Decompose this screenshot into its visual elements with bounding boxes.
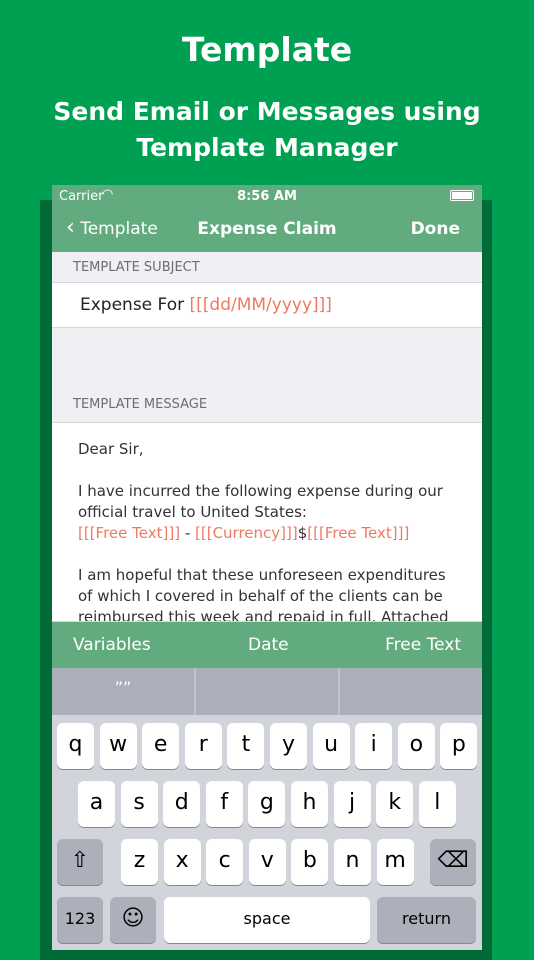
key-f[interactable]: f xyxy=(205,781,243,827)
status-bar: Carrier ◠ 8:56 AM xyxy=(52,185,482,207)
key-z[interactable]: z xyxy=(121,839,158,885)
message-paragraph-2: I am hopeful that these unforeseen expen… xyxy=(78,566,449,622)
key-w[interactable]: w xyxy=(99,723,137,769)
key-v[interactable]: v xyxy=(248,839,286,885)
page-subtitle: Send Email or Messages using Template Ma… xyxy=(53,97,481,162)
key-u[interactable]: u xyxy=(312,723,350,769)
message-paragraph-1: I have incurred the following expense du… xyxy=(78,482,443,521)
key-h[interactable]: h xyxy=(291,781,328,827)
dollar: $ xyxy=(297,524,308,542)
message-greeting: Dear Sir, xyxy=(78,440,144,458)
time: 8:56 AM xyxy=(237,189,297,204)
suggestion[interactable]: ”” xyxy=(52,668,196,715)
key-y[interactable]: y xyxy=(270,723,307,769)
key-p[interactable]: p xyxy=(440,723,478,769)
subject-text: Expense For xyxy=(80,295,190,315)
key-c[interactable]: c xyxy=(206,839,244,885)
key-d[interactable]: d xyxy=(163,781,201,827)
page-title: Template xyxy=(181,30,353,69)
subject-variable: [[[dd/MM/yyyy]]] xyxy=(189,295,332,315)
key-g[interactable]: g xyxy=(248,781,286,827)
variable-free-text-2: [[[Free Text]]] xyxy=(307,524,410,542)
nav-bar: ‹ Template Expense Claim Done xyxy=(52,207,482,252)
phone-screen: Carrier ◠ 8:56 AM ‹ Template Expense Cla… xyxy=(52,185,482,950)
message-header: TEMPLATE MESSAGE xyxy=(73,397,208,412)
variable-currency: [[[Currency]]] xyxy=(195,524,298,542)
date-button[interactable]: Date xyxy=(248,635,289,655)
free-text-button[interactable]: Free Text xyxy=(385,635,461,655)
key-n[interactable]: n xyxy=(334,839,371,885)
suggestion-bar: ”” xyxy=(52,668,482,715)
message-field[interactable]: Dear Sir, I have incurred the following … xyxy=(52,422,482,622)
keyboard: q w e r t y u i o p a s d f g h j k l z x c v b n m ⇧ ⌫ 123 ☺ space ret… xyxy=(52,715,482,950)
suggestion[interactable] xyxy=(340,668,482,715)
space-key[interactable]: space xyxy=(164,897,370,943)
done-button[interactable]: Done xyxy=(411,219,460,239)
suggestion[interactable] xyxy=(196,668,340,715)
backspace-key[interactable]: ⌫ xyxy=(430,839,476,885)
subject-field[interactable]: Expense For [[[dd/MM/yyyy]]] xyxy=(52,282,482,328)
variables-button[interactable]: Variables xyxy=(73,635,151,655)
return-key[interactable]: return xyxy=(377,897,476,943)
numbers-key[interactable]: 123 xyxy=(57,897,103,943)
key-k[interactable]: k xyxy=(376,781,414,827)
emoji-key[interactable]: ☺ xyxy=(110,897,156,943)
subject-header: TEMPLATE SUBJECT xyxy=(73,260,200,275)
dash: - xyxy=(180,524,196,542)
key-l[interactable]: l xyxy=(418,781,456,827)
key-t[interactable]: t xyxy=(227,723,265,769)
shift-key[interactable]: ⇧ xyxy=(57,839,103,885)
key-o[interactable]: o xyxy=(397,723,435,769)
variable-free-text: [[[Free Text]]] xyxy=(78,524,181,542)
key-i[interactable]: i xyxy=(355,723,393,769)
battery-icon xyxy=(450,190,474,201)
key-s[interactable]: s xyxy=(120,781,158,827)
key-x[interactable]: x xyxy=(163,839,201,885)
key-q[interactable]: q xyxy=(57,723,94,769)
key-r[interactable]: r xyxy=(184,723,222,769)
key-b[interactable]: b xyxy=(291,839,329,885)
key-m[interactable]: m xyxy=(376,839,414,885)
key-e[interactable]: e xyxy=(142,723,180,769)
key-a[interactable]: a xyxy=(78,781,115,827)
key-j[interactable]: j xyxy=(333,781,371,827)
variable-toolbar: Variables Date Free Text xyxy=(52,622,482,668)
